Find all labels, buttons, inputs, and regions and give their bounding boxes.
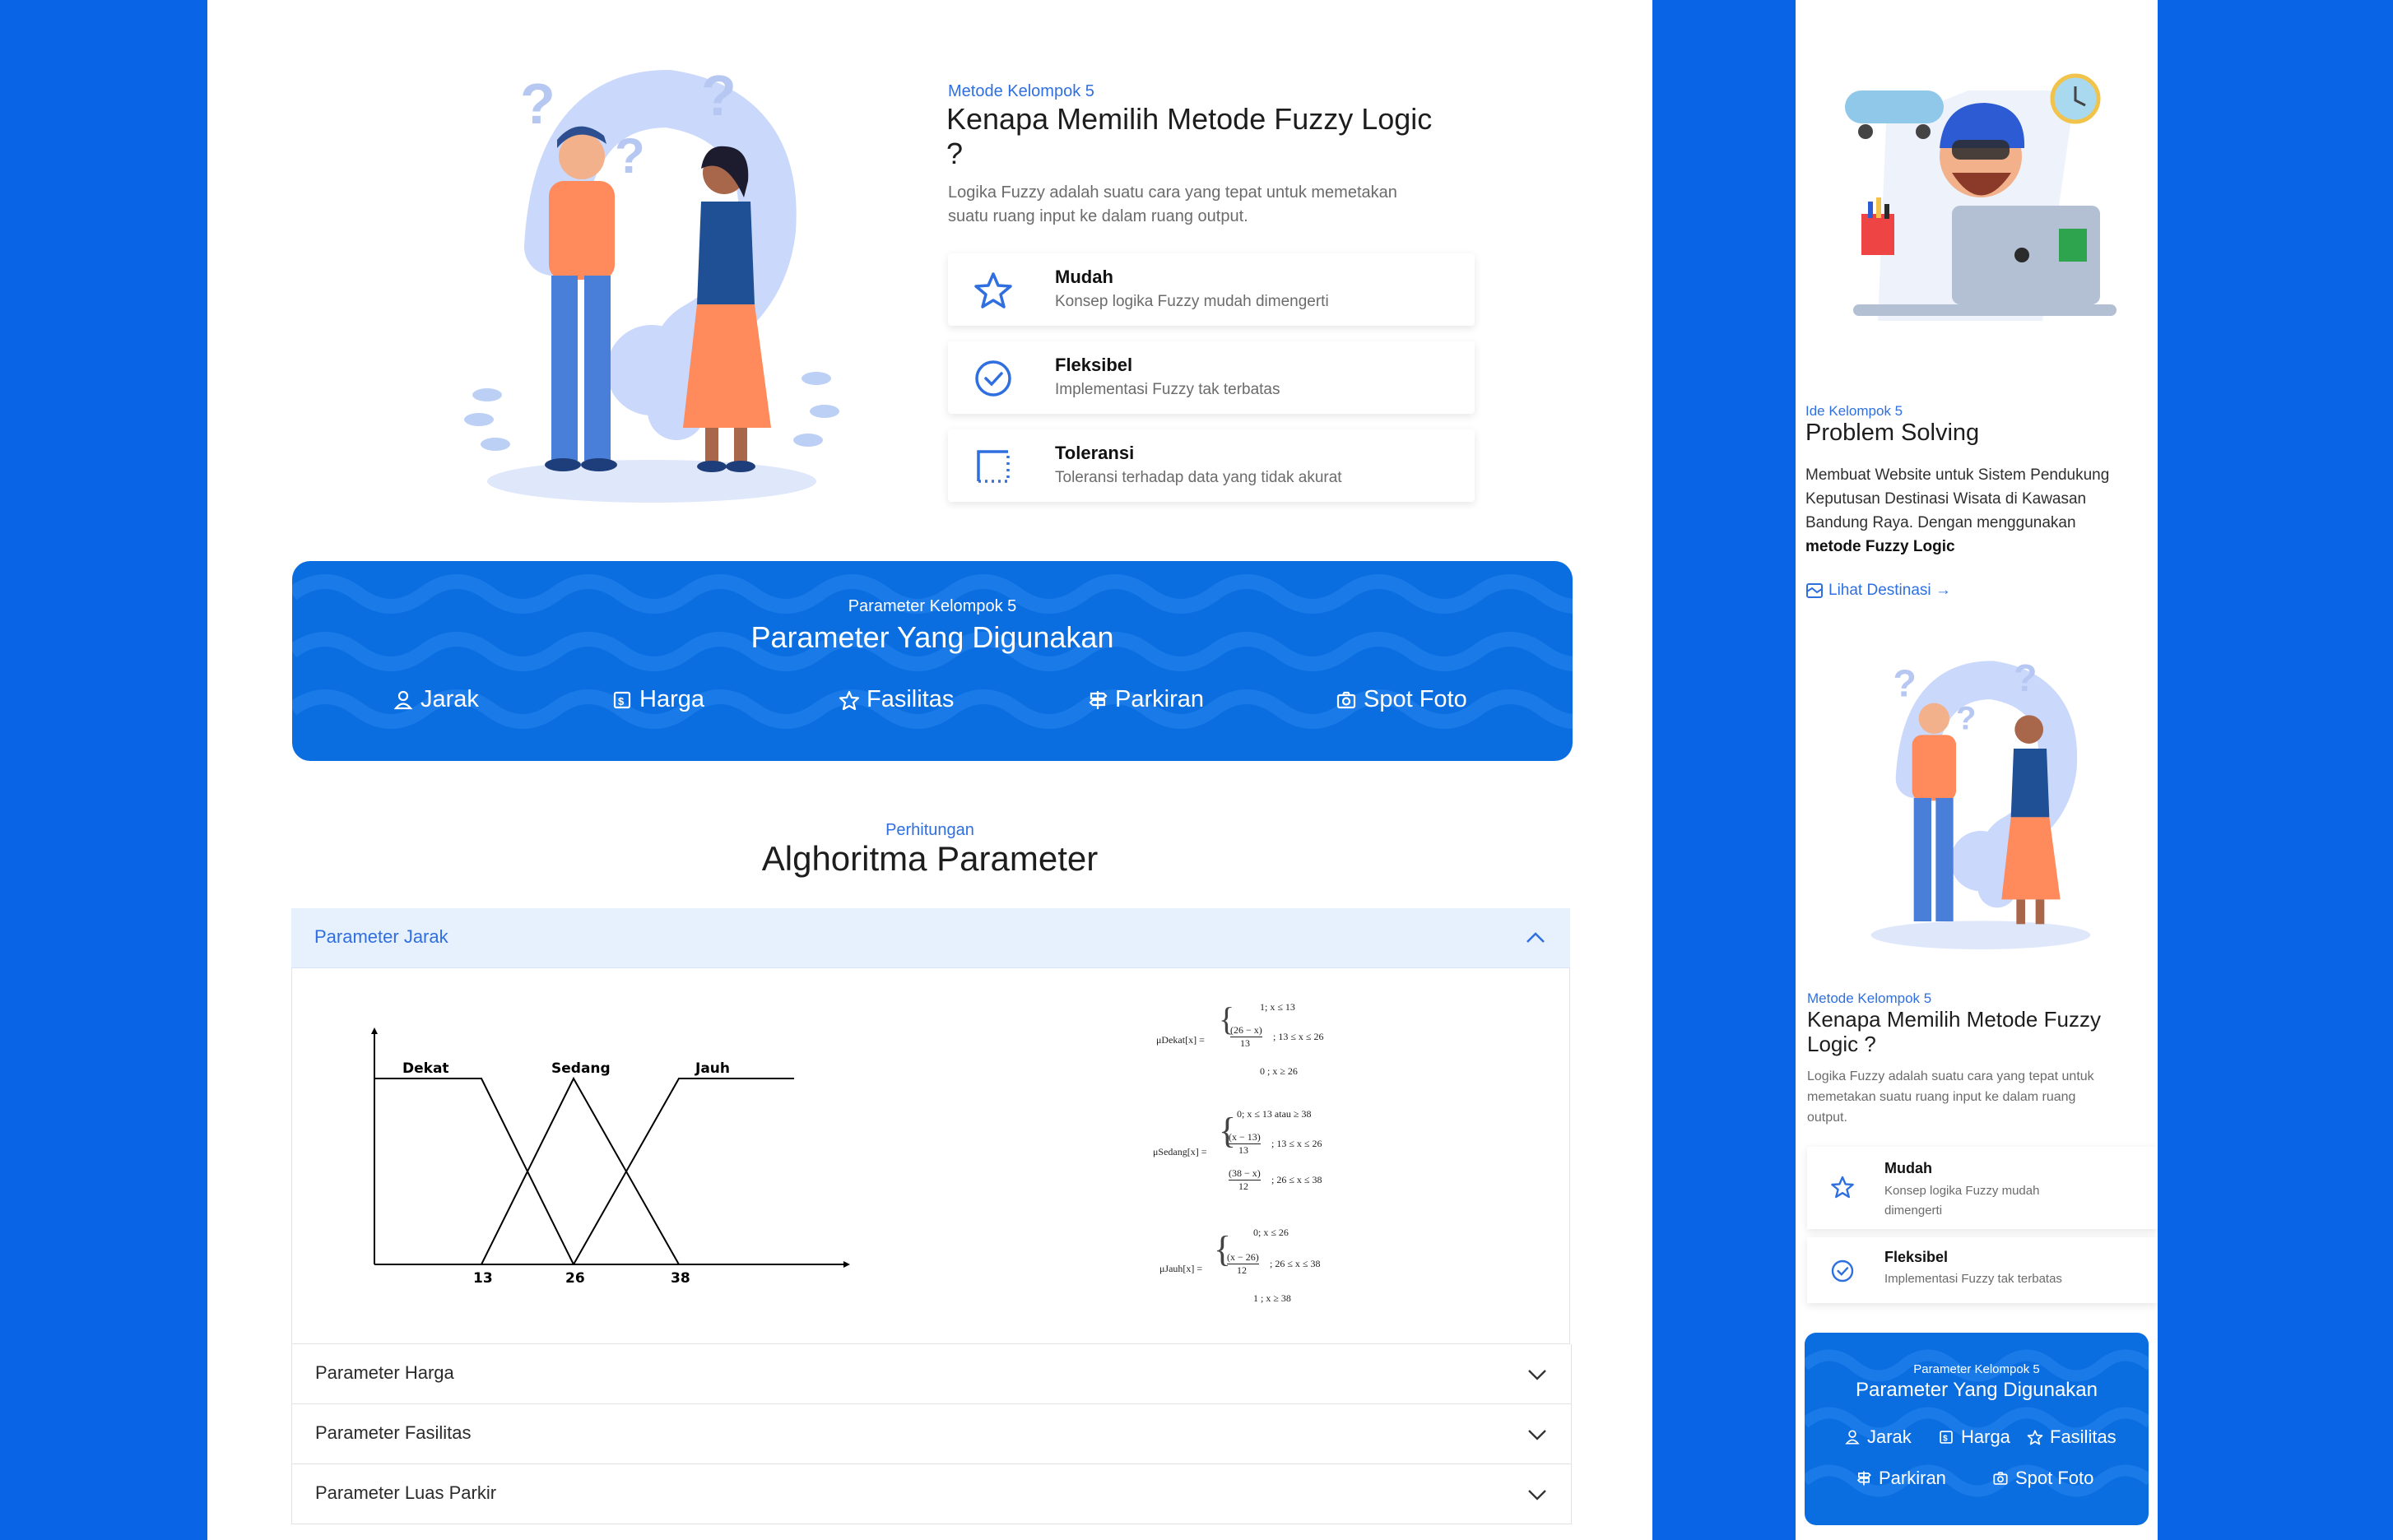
param-harga: $ Harga [611,686,704,713]
accordion-header-jarak[interactable]: Parameter Jarak [291,908,1570,968]
label-jauh: Jauh [695,1060,730,1077]
accordion-body-jarak: Dekat Sedang Jauh 13 26 38 μDekat[x] = {… [291,968,1570,1344]
label-dekat: Dekat [402,1060,449,1077]
chevron-down-icon [1528,1430,1546,1440]
camera-icon [1993,1472,2008,1485]
feature-title: Fleksibel [1884,1249,1949,1265]
svg-text:?: ? [2014,658,2038,699]
check-circle-icon [975,360,1011,397]
feature-desc: Implementasi Fuzzy tak terbatas [1055,381,1280,398]
param-spot-foto: Spot Foto [1336,686,1467,713]
feature-desc: Konsep logika Fuzzy mudah dimengerti [1884,1184,2040,1218]
svg-text:?: ? [1956,701,1976,737]
thinking-people-illustration: ? ? ? [1870,658,2091,949]
formula-jauh: μJauh[x] = { 0; x ≤ 26 (x − 26) 12 ; 26 … [1159,1227,1321,1304]
chevron-down-icon [1528,1370,1546,1380]
tick-13: 13 [473,1270,493,1287]
accordion-label: Parameter Luas Parkir [315,1482,497,1503]
check-circle-icon [1831,1259,1854,1283]
formula-dekat: μDekat[x] = { 1; x ≤ 13 (26 − x) 13 ; 13… [1156,1000,1324,1077]
problem-title: Problem Solving [1805,420,1980,446]
accordion-label: Parameter Fasilitas [315,1422,472,1443]
why-title: Kenapa Memilih Metode Fuzzy Logic ? [946,102,1433,170]
feature-title: Mudah [1884,1160,1932,1176]
price-tag-icon: $ [1940,1431,1953,1444]
why-eyebrow: Metode Kelompok 5 [948,82,1094,100]
param-spot-foto: Spot Foto [1992,1468,2093,1489]
mobile-preview: Ide Kelompok 5 Problem Solving Membuat W… [1796,0,2158,1540]
params-eyebrow: Parameter Kelompok 5 [848,597,1017,615]
params-title: Parameter Yang Digunakan [750,620,1114,654]
thinking-people-illustration: ? ? ? [464,66,839,503]
user-pin-icon [393,690,413,709]
star-icon [839,690,860,710]
feature-card-toleransi: Toleransi Toleransi terhadap data yang t… [948,429,1475,502]
wave-pattern [292,574,1573,729]
desktop-preview: ? ? ? Metode Kelompok 5 Kenapa Memilih M… [207,0,1652,1540]
tick-38: 38 [671,1270,690,1287]
parameter-banner: Parameter Kelompok 5 Parameter Yang Digu… [292,561,1573,761]
why-description: Logika Fuzzy adalah suatu cara yang tepa… [1807,1069,2094,1125]
svg-text:$: $ [1943,1435,1948,1444]
chevron-up-icon [1526,932,1545,943]
formula-sedang: μSedang[x] = { 0; x ≤ 13 atau ≥ 38 (x − … [1153,1108,1322,1192]
svg-text:?: ? [615,128,645,183]
problem-description: Membuat Website untuk Sistem Pendukung K… [1805,466,2110,555]
accordion-label: Parameter Jarak [314,926,448,947]
feature-title: Fleksibel [1055,355,1133,375]
params-title: Parameter Yang Digunakan [1856,1379,2098,1401]
algo-title: Alghoritma Parameter [761,839,1099,878]
param-jarak: Jarak [1844,1426,1912,1448]
svg-text:$: $ [618,695,625,707]
why-eyebrow: Metode Kelompok 5 [1807,990,1932,1006]
problem-eyebrow: Ide Kelompok 5 [1805,403,1903,419]
param-parkiran: Parkiran [1856,1468,1946,1489]
star-icon [2027,1430,2043,1445]
star-icon [1831,1176,1854,1199]
param-jarak: Jarak [393,686,479,713]
dashed-square-icon [977,450,1010,483]
why-description: Logika Fuzzy adalah suatu cara yang tepa… [948,183,1397,225]
lihat-destinasi-link[interactable]: Lihat Destinasi → [1805,582,1951,600]
svg-text:?: ? [701,66,736,128]
params-eyebrow: Parameter Kelompok 5 [1913,1362,2040,1376]
camera-icon [1336,691,1356,708]
param-fasilitas: Fasilitas [839,686,954,713]
param-harga: $ Harga [1938,1426,2010,1448]
accordion-header-fasilitas[interactable]: Parameter Fasilitas [291,1404,1572,1464]
algo-eyebrow: Perhitungan [885,821,974,839]
accordion-header-luas-parkir[interactable]: Parameter Luas Parkir [291,1464,1572,1524]
signpost-icon [1856,1471,1871,1486]
feature-title: Toleransi [1055,443,1135,463]
param-parkiran: Parkiran [1087,686,1204,713]
map-icon [1806,583,1823,598]
svg-text:?: ? [520,72,555,136]
parameter-banner: Parameter Kelompok 5 Parameter Yang Digu… [1805,1333,2149,1525]
tick-26: 26 [565,1270,585,1287]
feature-card-mudah: Mudah Konsep logika Fuzzy mudah dimenger… [948,253,1475,326]
feature-desc: Implementasi Fuzzy tak terbatas [1884,1272,2062,1286]
label-sedang: Sedang [551,1060,611,1077]
feature-desc: Konsep logika Fuzzy mudah dimengerti [1055,293,1329,310]
programmer-illustration [1845,73,2117,321]
feature-card-fleksibel: Fleksibel Implementasi Fuzzy tak terbata… [948,341,1475,414]
user-pin-icon [1845,1430,1860,1445]
accordion-header-harga[interactable]: Parameter Harga [291,1344,1572,1404]
accordion-label: Parameter Harga [315,1362,454,1383]
feature-card-mudah: Mudah Konsep logika Fuzzy mudah dimenger… [1807,1147,2158,1229]
feature-title: Mudah [1055,267,1113,287]
feature-card-fleksibel: Fleksibel Implementasi Fuzzy tak terbata… [1807,1237,2158,1303]
feature-desc: Toleransi terhadap data yang tidak akura… [1055,469,1342,486]
membership-graph: Dekat Sedang Jauh 13 26 38 [371,1027,850,1287]
param-fasilitas: Fasilitas [2027,1426,2117,1448]
signpost-icon [1089,690,1108,709]
star-icon [974,272,1012,308]
why-title: Kenapa Memilih Metode Fuzzy Logic ? [1807,1007,2101,1056]
price-tag-icon: $ [613,691,631,708]
chevron-down-icon [1528,1490,1546,1501]
svg-text:?: ? [1893,662,1917,705]
